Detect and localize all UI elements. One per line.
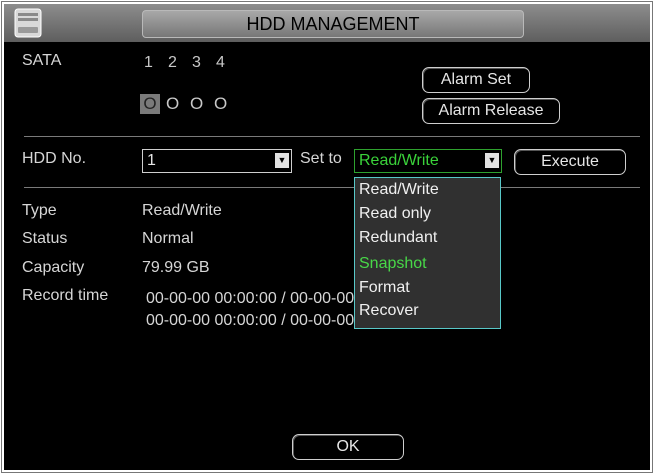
hdd-no-label: HDD No. [22, 150, 87, 167]
hdd-icon [14, 8, 42, 38]
dropdown-option-recover[interactable]: Recover [359, 302, 419, 320]
type-label: Type [22, 202, 57, 219]
sata-number-4: 4 [216, 54, 225, 71]
type-value: Read/Write [142, 202, 222, 219]
dropdown-option-read-write[interactable]: Read/Write [359, 181, 439, 199]
set-to-dropdown-list: Read/Write Read only Redundant Snapshot … [354, 177, 501, 329]
record-time-label: Record time [22, 287, 109, 304]
dropdown-option-format[interactable]: Format [359, 279, 410, 297]
divider-middle [24, 187, 640, 188]
dropdown-option-redundant[interactable]: Redundant [359, 229, 437, 247]
capacity-value: 79.99 GB [142, 259, 210, 276]
sata-status-2[interactable]: O [166, 94, 179, 114]
set-to-value: Read/Write [359, 152, 439, 169]
execute-button[interactable]: Execute [514, 149, 626, 175]
divider-top [24, 136, 640, 137]
status-label: Status [22, 230, 68, 247]
title-bar: HDD MANAGEMENT [4, 4, 650, 42]
sata-number-1: 1 [144, 54, 153, 71]
alarm-release-button[interactable]: Alarm Release [422, 98, 560, 124]
status-value: Normal [142, 230, 194, 247]
sata-status-3[interactable]: O [190, 94, 203, 114]
hdd-no-value: 1 [147, 152, 156, 169]
set-to-select[interactable]: Read/Write ▼ [354, 149, 502, 173]
window-title: HDD MANAGEMENT [142, 10, 524, 38]
ok-button[interactable]: OK [292, 434, 404, 460]
chevron-down-icon[interactable]: ▼ [275, 153, 289, 168]
hdd-no-select[interactable]: 1 ▼ [142, 149, 292, 173]
sata-status-4[interactable]: O [214, 94, 227, 114]
set-to-label: Set to [300, 150, 342, 167]
sata-status-1[interactable]: O [140, 94, 160, 114]
alarm-set-button[interactable]: Alarm Set [422, 67, 530, 93]
sata-label: SATA [22, 52, 62, 69]
dropdown-option-read-only[interactable]: Read only [359, 205, 431, 223]
dropdown-option-snapshot[interactable]: Snapshot [359, 255, 427, 273]
capacity-label: Capacity [22, 259, 85, 276]
chevron-down-icon[interactable]: ▼ [485, 153, 499, 168]
sata-number-3: 3 [192, 54, 201, 71]
hdd-management-window: HDD MANAGEMENT SATA 1 2 3 4 O O O O Alar… [2, 2, 652, 472]
sata-number-2: 2 [168, 54, 177, 71]
